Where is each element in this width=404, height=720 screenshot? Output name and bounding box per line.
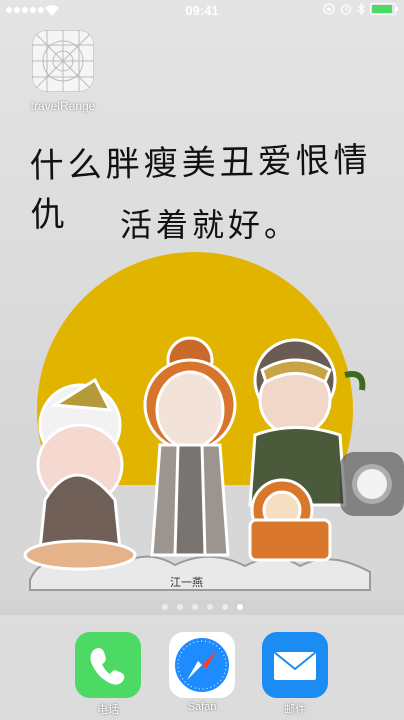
dock-label-safari: Safari <box>187 701 217 713</box>
app-icon-travelrange[interactable] <box>32 30 94 92</box>
wallpaper-illustration: 江一燕 <box>0 252 404 600</box>
page-dot-active[interactable] <box>236 604 243 610</box>
phone-icon <box>90 648 125 685</box>
rotation-lock-icon <box>323 3 335 15</box>
page-dot[interactable] <box>206 604 213 610</box>
dock-label-phone: 电话 <box>97 704 119 716</box>
dock-app-mail[interactable] <box>262 632 328 698</box>
bluetooth-icon <box>357 3 365 15</box>
assistive-touch-button[interactable] <box>340 452 404 516</box>
wallpaper-signature: 江一燕 <box>170 576 203 589</box>
app-label-travelrange: travelRange <box>30 99 96 113</box>
alarm-icon <box>340 4 352 15</box>
dock-app-phone[interactable] <box>75 632 141 698</box>
dock-app-safari[interactable] <box>169 632 235 698</box>
page-dot[interactable] <box>176 604 183 610</box>
page-dot[interactable] <box>221 604 228 610</box>
dock: 电话 Safari 邮件 <box>0 615 404 720</box>
page-indicator[interactable] <box>0 604 404 610</box>
wallpaper-text-line2: 活着就好。 <box>120 206 301 244</box>
page-dot[interactable] <box>191 604 198 610</box>
grid-placeholder-icon <box>32 30 94 92</box>
dock-label-mail: 邮件 <box>284 704 306 716</box>
status-bar: 09:41 <box>0 0 404 22</box>
safari-compass-icon <box>175 638 229 692</box>
page-dot[interactable] <box>161 604 168 610</box>
mail-icon <box>273 651 317 680</box>
battery-icon <box>370 3 398 15</box>
